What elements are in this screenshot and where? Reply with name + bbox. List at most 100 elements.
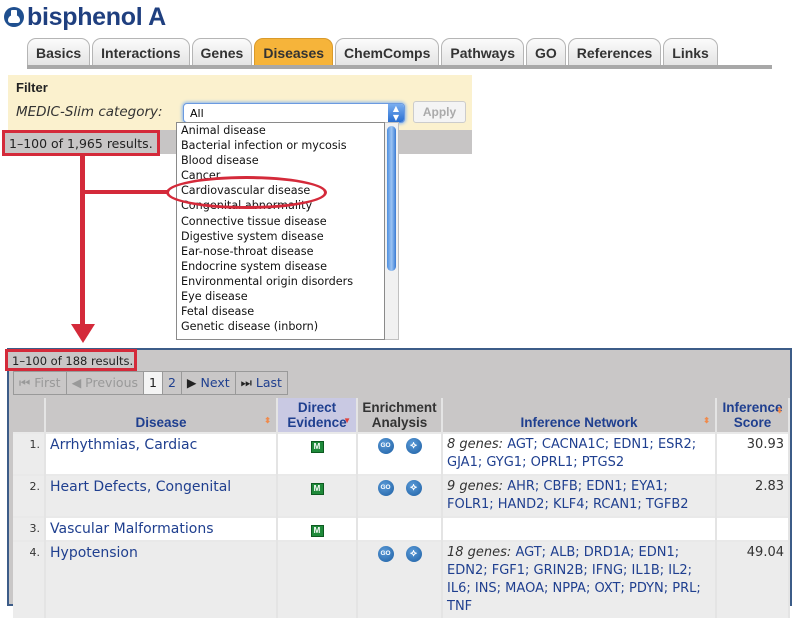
column-header-disease[interactable]: Disease ⬍ bbox=[45, 398, 278, 433]
network-icon[interactable]: ⟡ bbox=[405, 438, 422, 454]
sort-icon: ⬍ bbox=[703, 416, 710, 425]
annotation-connector-line bbox=[80, 190, 168, 194]
tab-diseases[interactable]: Diseases bbox=[254, 38, 334, 66]
page-title-text: bisphenol A bbox=[27, 2, 166, 31]
gene-count: 18 genes: bbox=[447, 545, 512, 560]
highlight-ellipse-annotation bbox=[166, 176, 327, 209]
dropdown-option[interactable]: Genetic disease (inborn) bbox=[177, 319, 384, 334]
medic-slim-select[interactable]: All ▲ ▼ bbox=[183, 103, 405, 123]
pager-next[interactable]: ▶ Next bbox=[181, 372, 236, 394]
dropdown-option[interactable]: Connective tissue disease bbox=[177, 214, 384, 229]
first-icon: ⏮ bbox=[19, 375, 31, 390]
direct-evidence-cell bbox=[277, 540, 358, 618]
dropdown-option[interactable]: Animal disease bbox=[177, 123, 384, 138]
column-header-index bbox=[13, 398, 46, 433]
last-icon: ⏭ bbox=[240, 375, 252, 390]
results-count-after: 1–100 of 188 results. bbox=[5, 349, 137, 371]
direct-evidence-cell: M bbox=[277, 432, 358, 475]
direct-evidence-cell: M bbox=[277, 516, 358, 541]
inference-score: 30.93 bbox=[716, 432, 790, 475]
pager-first: ⏮ First bbox=[14, 372, 67, 394]
dropdown-scrollbar[interactable] bbox=[385, 122, 399, 340]
inference-score: 2.83 bbox=[716, 474, 790, 517]
table-row: 4. Hypotension GO ⟡ 18 genes: AGT; ALB; DRD1… bbox=[13, 540, 790, 618]
marker-evidence-icon[interactable]: M bbox=[310, 483, 324, 495]
annotation-arrow-head-icon bbox=[71, 324, 95, 343]
dropdown-option[interactable]: Digestive system disease bbox=[177, 229, 384, 244]
dropdown-option[interactable]: Eye disease bbox=[177, 289, 384, 304]
next-icon: ▶ bbox=[186, 375, 197, 390]
filter-heading: Filter bbox=[16, 80, 48, 95]
pager-previous: ◀ Previous bbox=[66, 372, 144, 394]
chemical-logo-icon bbox=[4, 7, 24, 27]
dropdown-option[interactable]: Blood disease bbox=[177, 153, 384, 168]
previous-icon: ◀ bbox=[71, 375, 82, 390]
disease-link[interactable]: Hypotension bbox=[45, 540, 278, 618]
row-number: 2. bbox=[13, 474, 46, 517]
tab-links[interactable]: Links bbox=[663, 38, 718, 66]
medic-slim-label: MEDIC-Slim category: bbox=[16, 104, 163, 120]
go-enrichment-icon[interactable]: GO bbox=[377, 480, 394, 496]
column-header-inference-network[interactable]: Inference Network ⬍ bbox=[442, 398, 717, 433]
dropdown-option[interactable]: Fetal disease bbox=[177, 304, 384, 319]
tab-go[interactable]: GO bbox=[526, 38, 566, 66]
column-header-inference-score[interactable]: Inference Score ⬍ bbox=[716, 398, 790, 433]
disease-link[interactable]: Heart Defects, Congenital bbox=[45, 474, 278, 517]
inference-network-cell bbox=[442, 516, 717, 541]
select-value: All bbox=[190, 107, 204, 120]
tab-basics[interactable]: Basics bbox=[27, 38, 91, 66]
select-stepper-icon: ▲ ▼ bbox=[388, 104, 404, 122]
tab-references[interactable]: References bbox=[567, 38, 662, 66]
enrichment-cell bbox=[357, 516, 443, 541]
enrichment-cell: GO ⟡ bbox=[357, 432, 443, 475]
direct-evidence-cell: M bbox=[277, 474, 358, 517]
column-header-enrichment-analysis: Enrichment Analysis bbox=[357, 398, 443, 433]
gene-count: 8 genes: bbox=[447, 437, 504, 452]
disease-link[interactable]: Arrhythmias, Cardiac bbox=[45, 432, 278, 475]
pager-page-2[interactable]: 2 bbox=[162, 372, 182, 394]
enrichment-cell: GO ⟡ bbox=[357, 474, 443, 517]
go-enrichment-icon[interactable]: GO bbox=[377, 546, 394, 562]
column-header-direct-evidence[interactable]: Direct Evidence ▼ bbox=[277, 398, 358, 433]
tab-genes[interactable]: Genes bbox=[191, 38, 253, 66]
sort-icon: ⬍ bbox=[264, 416, 271, 425]
page-title: bisphenol A bbox=[4, 2, 166, 32]
tab-pathways[interactable]: Pathways bbox=[441, 38, 524, 66]
dropdown-option[interactable]: Bacterial infection or mycosis bbox=[177, 138, 384, 153]
table-row: 2. Heart Defects, Congenital M GO ⟡ 9 genes: … bbox=[13, 474, 790, 517]
table-row: 1. Arrhythmias, Cardiac M GO ⟡ 8 genes: AGT; … bbox=[13, 432, 790, 475]
sort-icon: ⬍ bbox=[776, 406, 783, 415]
tab-chemcomps[interactable]: ChemComps bbox=[335, 38, 440, 66]
tab-underline bbox=[27, 65, 772, 69]
go-enrichment-icon[interactable]: GO bbox=[377, 438, 394, 454]
tab-bar: Basics Interactions Genes Diseases ChemC… bbox=[27, 38, 720, 66]
gene-count: 9 genes: bbox=[447, 479, 504, 494]
network-icon[interactable]: ⟡ bbox=[405, 480, 422, 496]
category-dropdown-list: Animal disease Bacterial infection or myc… bbox=[176, 122, 385, 340]
tab-interactions[interactable]: Interactions bbox=[92, 38, 190, 66]
annotation-arrow-line bbox=[80, 156, 85, 326]
scrollbar-thumb[interactable] bbox=[387, 126, 396, 271]
dropdown-option[interactable]: Endocrine system disease bbox=[177, 259, 384, 274]
inference-network-cell: 8 genes: AGT; CACNA1C; EDN1; ESR2; GJA1;… bbox=[442, 432, 717, 475]
pager-page-1: 1 bbox=[144, 372, 163, 394]
dropdown-option[interactable]: Ear-nose-throat disease bbox=[177, 244, 384, 259]
sort-desc-icon: ▼ bbox=[343, 416, 351, 425]
row-number: 3. bbox=[13, 516, 46, 541]
marker-evidence-icon[interactable]: M bbox=[310, 441, 324, 453]
network-icon[interactable]: ⟡ bbox=[405, 546, 422, 562]
marker-evidence-icon[interactable]: M bbox=[310, 525, 324, 537]
pager-last[interactable]: ⏭ Last bbox=[235, 372, 287, 394]
disease-link[interactable]: Vascular Malformations bbox=[45, 516, 278, 541]
apply-button[interactable]: Apply bbox=[413, 101, 466, 123]
row-number: 4. bbox=[13, 540, 46, 618]
dropdown-option[interactable]: Environmental origin disorders bbox=[177, 274, 384, 289]
inference-network-cell: 9 genes: AHR; CBFB; EDN1; EYA1; FOLR1; H… bbox=[442, 474, 717, 517]
inference-network-cell: 18 genes: AGT; ALB; DRD1A; EDN1; EDN2; F… bbox=[442, 540, 717, 618]
disease-results-table: Disease ⬍ Direct Evidence ▼ Enrichment Ana… bbox=[13, 398, 790, 618]
inference-score bbox=[716, 516, 790, 541]
enrichment-cell: GO ⟡ bbox=[357, 540, 443, 618]
table-row: 3. Vascular Malformations M bbox=[13, 516, 790, 541]
results-count-before: 1–100 of 1,965 results. bbox=[2, 130, 160, 156]
pagination: ⏮ First ◀ Previous 1 2 ▶ Next ⏭ Last bbox=[13, 371, 288, 395]
